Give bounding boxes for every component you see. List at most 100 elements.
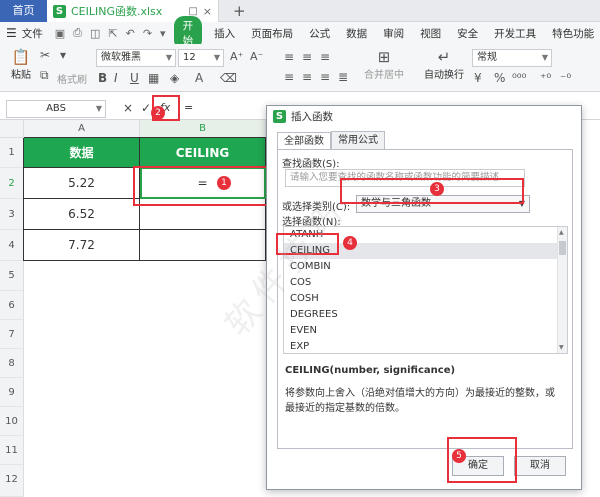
percent-icon[interactable]: % xyxy=(494,71,505,85)
copy-icon[interactable]: ⧉ xyxy=(40,68,49,83)
print-icon[interactable]: ⎙ xyxy=(69,26,86,40)
tab-common-formulas[interactable]: 常用公式 xyxy=(331,131,385,149)
increase-decimal-icon[interactable]: ⁺⁰ xyxy=(540,71,551,85)
clear-format-icon[interactable]: ⌫ xyxy=(220,71,237,85)
row-header-3[interactable]: 3 xyxy=(0,199,24,230)
merge-center-button[interactable]: ⊞ 合并居中 xyxy=(356,48,412,81)
fill-color-icon[interactable]: ◈ xyxy=(170,71,179,85)
decrease-decimal-icon[interactable]: ⁻⁰ xyxy=(560,71,571,85)
confirm-formula-icon[interactable]: ✓ xyxy=(141,101,151,115)
number-format-select[interactable]: 常规 ▼ xyxy=(472,49,552,67)
border-icon[interactable]: ▦ xyxy=(148,71,159,85)
underline-icon[interactable]: U xyxy=(130,71,139,85)
font-family-select[interactable]: 微软雅黑 ▼ xyxy=(96,49,176,67)
formula-input[interactable]: = xyxy=(184,101,193,114)
cell-b4[interactable] xyxy=(140,230,266,261)
format-painter-button[interactable]: 格式刷 xyxy=(57,71,87,86)
tab-home[interactable]: 首页 xyxy=(0,0,47,22)
align-left-icon[interactable]: ≡ xyxy=(284,70,294,84)
increase-font-icon[interactable]: A⁺ xyxy=(230,50,243,63)
function-description: 将参数向上舍入（沿绝对值增大的方向）为最接近的整数，或最接近的指定基数的倍数。 xyxy=(285,388,555,414)
cell-a3[interactable]: 6.52 xyxy=(24,199,140,230)
tab-all-functions[interactable]: 全部函数 xyxy=(277,132,331,150)
align-top-icon[interactable]: ≡ xyxy=(284,50,294,64)
row-header-8[interactable]: 8 xyxy=(0,349,24,378)
row-header-1[interactable]: 1 xyxy=(0,138,24,168)
row-header-4[interactable]: 4 xyxy=(0,230,24,261)
row-header-2[interactable]: 2 xyxy=(0,168,24,199)
scrollbar-thumb[interactable] xyxy=(559,241,566,255)
scroll-up-icon[interactable]: ▲ xyxy=(559,229,564,236)
cell-a1[interactable]: 数据 xyxy=(24,138,140,168)
row-header-9[interactable]: 9 xyxy=(0,378,24,407)
menu-view[interactable]: 视图 xyxy=(412,26,449,41)
menu-review[interactable]: 审阅 xyxy=(375,26,412,41)
paste-button[interactable]: 📋 粘贴 xyxy=(8,48,34,81)
spreadsheet-icon: S xyxy=(273,109,286,123)
cancel-button[interactable]: 取消 xyxy=(514,456,566,476)
font-color-icon[interactable]: A xyxy=(195,71,203,85)
cut-icon[interactable]: ✂ xyxy=(40,48,50,62)
align-right-icon[interactable]: ≡ xyxy=(320,70,330,84)
cancel-formula-icon[interactable]: × xyxy=(123,101,133,115)
table-left-border xyxy=(23,138,24,261)
list-item[interactable]: EVEN xyxy=(284,323,567,339)
redo-icon[interactable]: ↷ xyxy=(139,27,156,40)
distribute-icon[interactable]: ≣ xyxy=(338,70,348,84)
row-header-11[interactable]: 11 xyxy=(0,436,24,465)
wrap-text-icon: ↵ xyxy=(437,48,451,66)
function-list-scrollbar[interactable]: ▲ ▼ xyxy=(557,227,567,353)
align-middle-icon[interactable]: ≡ xyxy=(302,50,312,64)
cell-b1[interactable]: CEILING xyxy=(140,138,266,168)
export-icon[interactable]: ⇱ xyxy=(104,27,121,40)
cell-a2[interactable]: 5.22 xyxy=(24,168,140,199)
menu-features[interactable]: 特色功能 xyxy=(544,26,600,41)
window-restore-icon[interactable]: □ xyxy=(188,6,197,17)
menu-security[interactable]: 安全 xyxy=(449,26,486,41)
row-header-6[interactable]: 6 xyxy=(0,291,24,320)
menu-file[interactable]: 文件 xyxy=(20,26,51,41)
list-item[interactable]: EXP xyxy=(284,339,567,353)
bold-icon[interactable]: B xyxy=(98,71,107,85)
list-item[interactable]: COS xyxy=(284,275,567,291)
list-item[interactable]: COSH xyxy=(284,291,567,307)
wrap-text-button[interactable]: ↵ 自动换行 xyxy=(420,48,468,81)
preview-icon[interactable]: ◫ xyxy=(86,27,104,40)
menu-formulas[interactable]: 公式 xyxy=(301,26,338,41)
list-item[interactable]: COMBIN xyxy=(284,259,567,275)
close-tab-icon[interactable]: × xyxy=(203,5,212,18)
decrease-font-icon[interactable]: A⁻ xyxy=(250,50,263,63)
annotation-badge-1: 1 xyxy=(217,176,231,190)
thousands-separator-icon[interactable]: ⁰⁰⁰ xyxy=(512,71,526,85)
row-header-7[interactable]: 7 xyxy=(0,320,24,349)
row-header-10[interactable]: 10 xyxy=(0,407,24,436)
column-header-b[interactable]: B xyxy=(140,120,266,138)
annotation-badge-3: 3 xyxy=(430,182,444,196)
italic-icon[interactable]: I xyxy=(114,71,118,85)
save-icon[interactable]: ▣ xyxy=(51,27,69,40)
cell-a4[interactable]: 7.72 xyxy=(24,230,140,261)
column-header-a[interactable]: A xyxy=(24,120,140,138)
menu-data[interactable]: 数据 xyxy=(338,26,375,41)
menu-developer[interactable]: 开发工具 xyxy=(486,26,544,41)
row-header-12[interactable]: 12 xyxy=(0,465,24,497)
tab-bar: 首页 S CEILING函数.xlsx □ × + xyxy=(0,0,600,22)
menu-insert[interactable]: 插入 xyxy=(206,26,243,41)
chevron-down-icon: ▼ xyxy=(165,53,172,62)
quick-access-more-icon[interactable]: ▾ xyxy=(156,27,170,40)
new-tab-button[interactable]: + xyxy=(233,0,246,22)
menu-page-layout[interactable]: 页面布局 xyxy=(243,26,301,41)
menu-hamburger-icon[interactable]: ☰ xyxy=(0,26,20,40)
undo-icon[interactable]: ↶ xyxy=(122,27,139,40)
row-header-5[interactable]: 5 xyxy=(0,261,24,291)
align-center-icon[interactable]: ≡ xyxy=(302,70,312,84)
scroll-down-icon[interactable]: ▼ xyxy=(559,344,564,351)
list-item[interactable]: DEGREES xyxy=(284,307,567,323)
dropdown-icon[interactable]: ▾ xyxy=(60,48,66,62)
currency-icon[interactable]: ¥ xyxy=(474,71,482,85)
font-size-select[interactable]: 12 ▼ xyxy=(178,49,224,67)
align-bottom-icon[interactable]: ≡ xyxy=(320,50,330,64)
select-all-corner[interactable] xyxy=(0,120,24,138)
insert-function-dialog: S 插入函数 全部函数 常用公式 查找函数(S): 请输入您要查找的函数名称或函… xyxy=(266,105,582,490)
name-box[interactable]: ABS ▼ xyxy=(6,100,106,118)
